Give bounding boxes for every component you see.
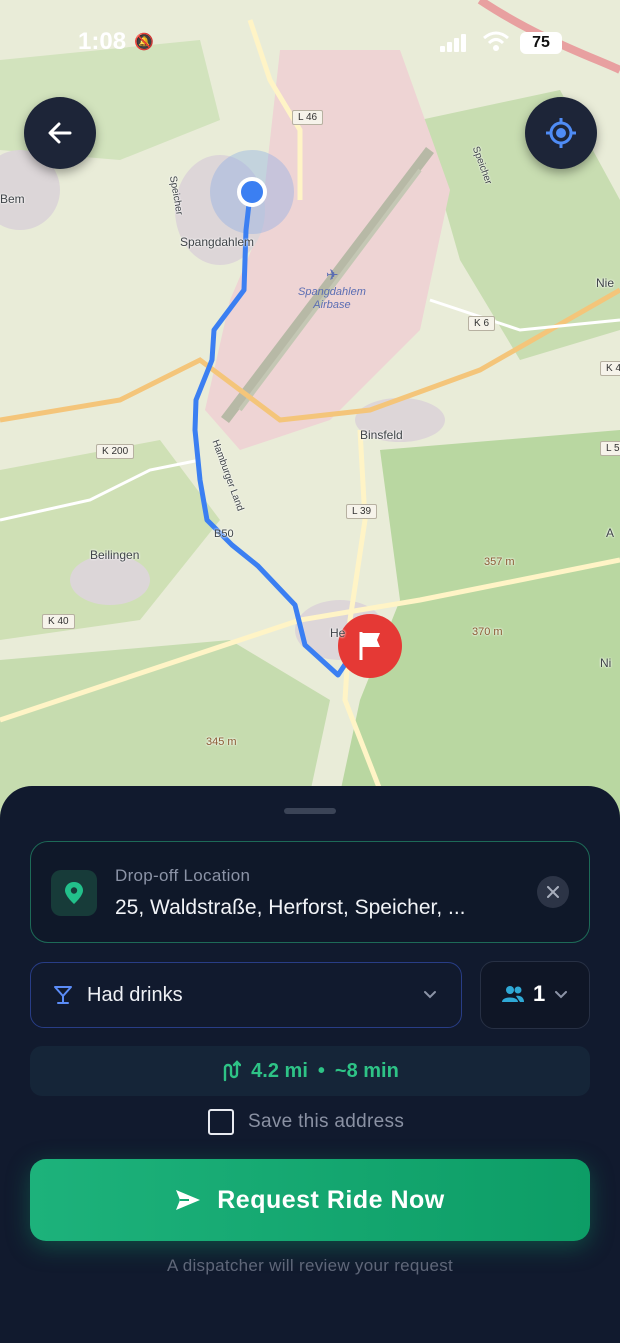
dropoff-location-field[interactable]: Drop-off Location 25, Waldstraße, Herfor… bbox=[30, 841, 590, 943]
elevation-label: 345 m bbox=[206, 736, 237, 748]
airbase-label-line2: Airbase bbox=[313, 299, 351, 311]
elevation-label: 357 m bbox=[484, 556, 515, 568]
road-label: L 46 bbox=[292, 110, 324, 125]
trip-estimate-banner: 4.2 mi • ~8 min bbox=[30, 1046, 590, 1096]
cellular-signal-icon bbox=[440, 34, 468, 52]
cocktail-glass-icon bbox=[54, 986, 72, 1004]
save-address-toggle[interactable]: Save this address bbox=[208, 1107, 404, 1137]
chevron-down-icon bbox=[424, 991, 436, 999]
chevron-down-icon bbox=[555, 991, 567, 999]
elevation-label: 370 m bbox=[472, 626, 503, 638]
map-place-label: Beilingen bbox=[90, 548, 140, 562]
locate-me-button[interactable] bbox=[525, 97, 597, 169]
mute-bell-icon: 🔕 bbox=[134, 34, 154, 51]
road-label: K 200 bbox=[96, 444, 135, 459]
crosshair-location-icon bbox=[546, 118, 576, 148]
map-pin-icon-glyph bbox=[65, 882, 83, 904]
airbase-label: Spangdahlem Airbase bbox=[298, 286, 366, 312]
clear-address-button[interactable] bbox=[537, 876, 569, 908]
map-place-label: Binsfeld bbox=[360, 428, 403, 442]
dropoff-address: 25, Waldstraße, Herforst, Speicher, ... bbox=[115, 896, 466, 919]
route-icon bbox=[223, 1060, 242, 1082]
road-label: K 4 bbox=[600, 361, 620, 376]
map-place-label: A bbox=[606, 526, 615, 540]
send-icon bbox=[176, 1190, 201, 1210]
people-icon bbox=[502, 986, 524, 1002]
arrow-left-icon bbox=[48, 122, 72, 144]
passenger-count-select[interactable]: 1 bbox=[480, 961, 590, 1029]
map-place-label: He bbox=[330, 626, 346, 640]
airbase-label-line1: Spangdahlem bbox=[298, 286, 366, 298]
close-icon bbox=[547, 886, 559, 898]
dispatcher-note: A dispatcher will review your request bbox=[166, 1256, 454, 1275]
road-label: K 40 bbox=[42, 614, 75, 629]
map-place-label: Spangdahlem bbox=[180, 235, 255, 249]
trip-duration: ~8 min bbox=[334, 1059, 399, 1082]
dropoff-label: Drop-off Location bbox=[115, 866, 251, 885]
passenger-count-value: 1 bbox=[533, 981, 546, 1006]
request-ride-button[interactable]: Request Ride Now bbox=[30, 1159, 590, 1241]
road-label: L 5 bbox=[600, 441, 620, 456]
airport-icon: ✈ bbox=[326, 267, 339, 284]
road-label: K 6 bbox=[468, 316, 496, 331]
battery-indicator: 75 bbox=[520, 32, 562, 54]
trip-separator: • bbox=[317, 1059, 325, 1082]
save-address-label: Save this address bbox=[248, 1111, 405, 1132]
status-time: 1:08 bbox=[78, 28, 127, 55]
road-label: L 39 bbox=[346, 504, 378, 519]
map-place-label: Nie bbox=[596, 276, 615, 290]
request-ride-label: Request Ride Now bbox=[217, 1185, 445, 1214]
map-pin-icon bbox=[51, 870, 97, 916]
sheet-drag-handle[interactable] bbox=[284, 808, 336, 814]
road-label: B50 bbox=[214, 528, 234, 540]
ride-reason-value: Had drinks bbox=[87, 984, 183, 1006]
save-address-checkbox[interactable] bbox=[208, 1109, 234, 1135]
status-bar: 1:08 🔕 75 bbox=[0, 28, 620, 58]
map-place-label: Ni bbox=[600, 656, 612, 670]
back-button[interactable] bbox=[24, 97, 96, 169]
trip-distance: 4.2 mi bbox=[251, 1059, 308, 1082]
ride-request-sheet: Drop-off Location 25, Waldstraße, Herfor… bbox=[0, 786, 620, 1343]
ride-reason-select[interactable]: Had drinks bbox=[30, 962, 462, 1028]
map-place-label: Bem bbox=[0, 192, 25, 206]
wifi-icon bbox=[483, 31, 509, 51]
